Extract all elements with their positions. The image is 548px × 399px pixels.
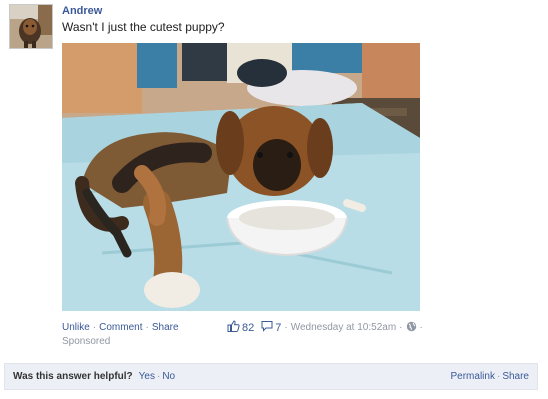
separator: · bbox=[419, 322, 423, 333]
globe-icon[interactable] bbox=[406, 321, 417, 335]
sponsored-label: Sponsored bbox=[62, 336, 111, 347]
post-message: Wasn't I just the cutest puppy? bbox=[62, 20, 225, 34]
helpful-links: Permalink · Share bbox=[451, 371, 530, 382]
author-name[interactable]: Andrew bbox=[62, 5, 102, 17]
speech-bubble-icon bbox=[261, 320, 273, 335]
separator: · bbox=[284, 322, 288, 333]
like-count-link[interactable]: 82 bbox=[227, 320, 254, 335]
separator: · bbox=[145, 322, 149, 333]
comment-count-link[interactable]: 7 bbox=[261, 320, 281, 335]
no-link[interactable]: No bbox=[162, 371, 175, 382]
share-answer-link[interactable]: Share bbox=[502, 371, 529, 382]
helpful-prompt: Was this answer helpful? Yes · No bbox=[13, 371, 175, 382]
separator: · bbox=[92, 322, 97, 333]
helpful-bar: Was this answer helpful? Yes · No Permalink… bbox=[4, 363, 538, 390]
timestamp-link[interactable]: Wednesday at 10:52am bbox=[291, 322, 396, 333]
thumbs-up-icon bbox=[227, 320, 240, 335]
permalink-link[interactable]: Permalink bbox=[451, 371, 495, 382]
post-photo[interactable] bbox=[62, 43, 420, 311]
yes-link[interactable]: Yes bbox=[139, 371, 155, 382]
post-meta: 82 7 · Wednesday at 10:52am · · bbox=[227, 320, 426, 335]
helpful-question: Was this answer helpful? bbox=[13, 371, 133, 382]
comment-link[interactable]: Comment bbox=[99, 322, 142, 333]
avatar[interactable] bbox=[9, 4, 53, 49]
share-link[interactable]: Share bbox=[152, 322, 179, 333]
unlike-link[interactable]: Unlike bbox=[62, 322, 90, 333]
post-actions: Unlike · Comment · Share bbox=[62, 322, 179, 333]
separator: · bbox=[399, 322, 403, 333]
like-count: 82 bbox=[242, 321, 255, 334]
